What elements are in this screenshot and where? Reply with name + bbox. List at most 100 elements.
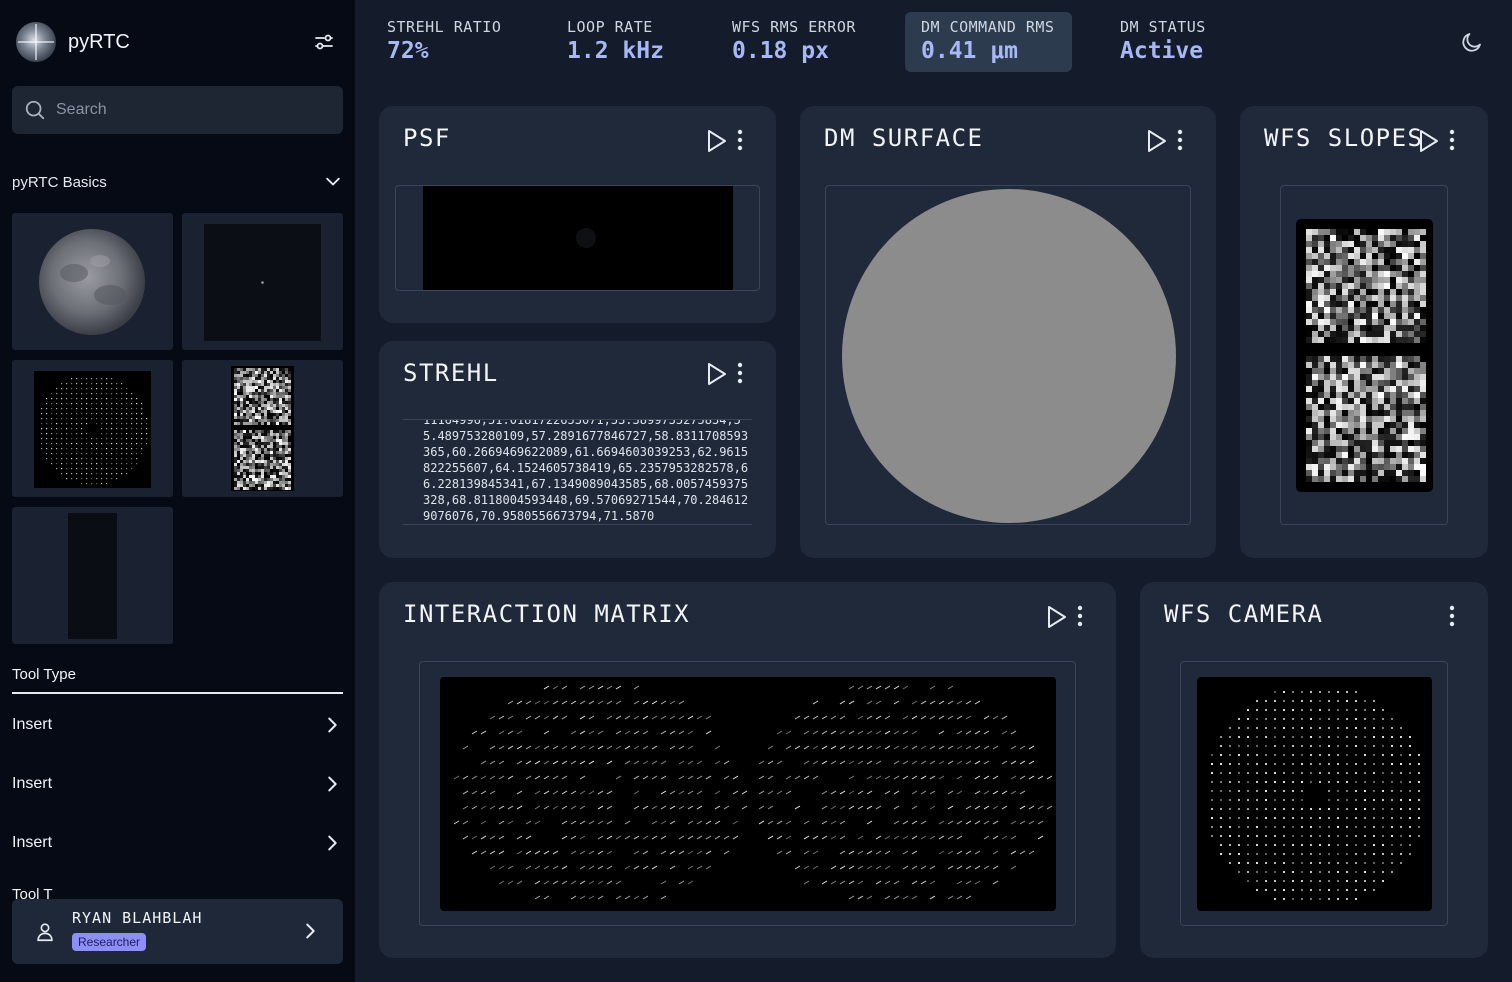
dm-surface-thumbnail[interactable]	[12, 213, 173, 350]
slope-pixel	[282, 445, 285, 448]
slope-pixel	[1366, 416, 1372, 422]
wfs-spot	[96, 413, 98, 415]
slope-pixel	[279, 430, 282, 433]
kebab-menu-icon[interactable]	[736, 128, 744, 152]
kebab-menu-icon[interactable]	[1448, 128, 1456, 152]
slope-pixel	[243, 386, 246, 389]
wfs-spot	[1256, 754, 1258, 756]
slope-pixel	[1324, 313, 1330, 319]
play-icon[interactable]	[706, 128, 728, 154]
slope-pixel	[246, 466, 249, 469]
slope-pixel	[1384, 362, 1390, 368]
play-icon[interactable]	[1418, 128, 1440, 154]
wfs-spot	[96, 403, 98, 405]
sliders-icon[interactable]	[312, 30, 336, 54]
slope-pixel	[1390, 470, 1396, 476]
strehl-panel: STREHL 11164996,51.0181722653071,53.3899…	[379, 341, 776, 558]
slope-pixel	[264, 457, 267, 460]
section-header[interactable]: pyRTC Basics	[12, 170, 343, 194]
slope-pixel	[285, 374, 288, 377]
slope-pixel	[234, 451, 237, 454]
slope-pixel	[1312, 229, 1318, 235]
wfs-spot	[121, 408, 123, 410]
slope-pixel	[246, 451, 249, 454]
nav-item-insert[interactable]: Insert	[12, 823, 343, 863]
slope-pixel	[1396, 289, 1402, 295]
stat-value: 72%	[387, 38, 429, 64]
slope-pixel	[1318, 398, 1324, 404]
slope-pixel	[1396, 307, 1402, 313]
slope-pixel	[1384, 301, 1390, 307]
play-icon[interactable]	[706, 361, 728, 387]
slope-pixel	[267, 374, 270, 377]
wfs-spot	[106, 383, 108, 385]
slope-pixel	[1366, 331, 1372, 337]
kebab-menu-icon[interactable]	[1176, 128, 1184, 152]
kebab-menu-icon[interactable]	[736, 361, 744, 385]
search-input[interactable]	[56, 101, 316, 119]
slope-pixel	[1336, 331, 1342, 337]
slope-pixel	[1318, 458, 1324, 464]
kebab-menu-icon[interactable]	[1076, 604, 1084, 628]
wfs-spot	[1301, 700, 1303, 702]
wfs-spot	[1256, 853, 1258, 855]
panel-title: WFS CAMERA	[1164, 600, 1324, 628]
slope-pixel	[1348, 368, 1354, 374]
wfs-spot	[96, 418, 98, 420]
slope-pixel	[1372, 470, 1378, 476]
slope-pixel	[1390, 313, 1396, 319]
wfs-spot	[116, 433, 118, 435]
wfs-spot	[116, 408, 118, 410]
wfs-slopes-thumbnail[interactable]	[182, 360, 343, 497]
wfs-camera-thumbnail[interactable]	[12, 360, 173, 497]
user-card[interactable]: RYAN BLAHBLAH Researcher	[12, 899, 343, 964]
wfs-spot	[1256, 880, 1258, 882]
chevron-down-icon[interactable]	[323, 172, 343, 192]
slope-pixel	[240, 451, 243, 454]
slope-pixel	[1330, 235, 1336, 241]
wfs-spot	[1319, 826, 1321, 828]
slope-pixel	[261, 383, 264, 386]
play-icon[interactable]	[1046, 604, 1068, 630]
slope-pixel	[267, 448, 270, 451]
nav-item-insert[interactable]: Insert	[12, 705, 343, 745]
slope-pixel	[282, 484, 285, 487]
psf-thumbnail[interactable]	[182, 213, 343, 350]
wfs-spot	[1364, 871, 1366, 873]
slope-pixel	[240, 448, 243, 451]
slope-pixel	[1372, 253, 1378, 259]
play-icon[interactable]	[1146, 128, 1168, 154]
slope-pixel	[1408, 277, 1414, 283]
slope-pixel	[285, 460, 288, 463]
wfs-spot	[1328, 826, 1330, 828]
wfs-spot	[1364, 844, 1366, 846]
kebab-menu-icon[interactable]	[1448, 604, 1456, 628]
wfs-spot	[86, 413, 88, 415]
slope-pixel	[1318, 337, 1324, 343]
psf-panel: PSF	[379, 106, 776, 323]
slope-pixel	[1360, 434, 1366, 440]
slope-pixel	[249, 413, 252, 416]
slope-pixel	[258, 380, 261, 383]
slope-pixel	[249, 439, 252, 442]
wfs-spot	[61, 388, 63, 390]
slope-pixel	[243, 407, 246, 410]
wfs-spot	[1337, 853, 1339, 855]
slope-pixel	[240, 436, 243, 439]
slope-pixel	[1396, 271, 1402, 277]
slope-pixel	[246, 398, 249, 401]
wfs-spot	[1328, 898, 1330, 900]
wfs-spot	[1292, 835, 1294, 837]
interaction-matrix-thumbnail[interactable]	[12, 507, 173, 644]
search-box[interactable]	[12, 86, 343, 134]
wfs-spot	[1247, 808, 1249, 810]
slope-pixel	[243, 484, 246, 487]
wfs-spot	[1400, 808, 1402, 810]
slope-pixel	[1348, 265, 1354, 271]
slope-pixel	[285, 368, 288, 371]
moon-icon[interactable]	[1460, 30, 1484, 54]
slope-pixel	[1324, 277, 1330, 283]
nav-item-insert[interactable]: Insert	[12, 764, 343, 804]
wfs-spot	[81, 458, 83, 460]
slope-pixel	[252, 472, 255, 475]
